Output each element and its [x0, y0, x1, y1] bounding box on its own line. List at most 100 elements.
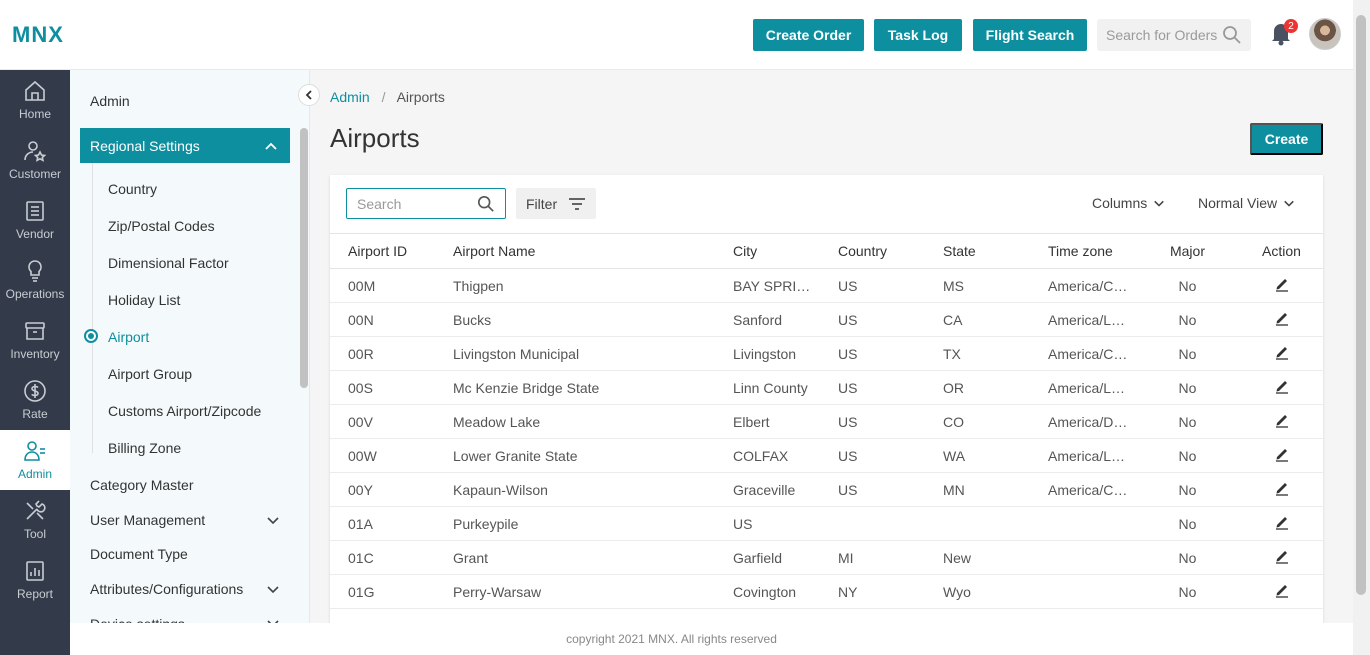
nav-inventory[interactable]: Inventory [0, 310, 70, 370]
nav-operations[interactable]: Operations [0, 250, 70, 310]
cell-airport-name: Lower Granite State [435, 438, 715, 473]
table-row[interactable]: 00R Livingston Municipal Livingston US TX Ame… [330, 336, 1323, 371]
document-type-label: Document Type [90, 546, 188, 562]
cell-state: MS [925, 268, 1030, 303]
cell-airport-id: 00W [330, 438, 435, 473]
chevron-left-icon [305, 90, 312, 100]
edit-icon[interactable] [1274, 480, 1290, 496]
cell-action [1240, 540, 1323, 575]
submenu-item-airport-group[interactable]: Airport Group [108, 366, 192, 382]
col-state[interactable]: State [925, 233, 1030, 269]
table-search-input[interactable]: Search [346, 188, 506, 219]
cell-state: Wyo [925, 574, 1030, 609]
submenu-item-country[interactable]: Country [108, 181, 157, 197]
cell-city: Livingston [715, 336, 820, 371]
edit-icon[interactable] [1274, 378, 1290, 394]
table-header-row: Airport ID Airport Name City Country Sta… [330, 233, 1323, 269]
collapse-submenu-button[interactable] [298, 84, 320, 106]
nav-vendor[interactable]: Vendor [0, 190, 70, 250]
order-search-input[interactable]: Search for Orders [1097, 19, 1251, 51]
nav-rate[interactable]: Rate [0, 370, 70, 430]
col-country[interactable]: Country [820, 233, 925, 269]
cell-country: US [820, 268, 925, 303]
cell-airport-name: Bucks [435, 302, 715, 337]
chevron-up-icon [265, 142, 277, 150]
user-management-label: User Management [90, 512, 206, 528]
col-airport-name[interactable]: Airport Name [435, 233, 715, 269]
edit-icon[interactable] [1274, 548, 1290, 564]
cell-airport-name: Perry-Warsaw [435, 574, 715, 609]
submenu-item-billing-zone[interactable]: Billing Zone [108, 440, 181, 456]
col-action: Action [1240, 233, 1323, 269]
col-major[interactable]: Major [1135, 233, 1240, 269]
submenu-item-document-type[interactable]: Document Type [90, 546, 280, 562]
create-button[interactable]: Create [1250, 123, 1323, 155]
nav-vendor-label: Vendor [15, 227, 55, 241]
cell-time-zone: America/C… [1030, 268, 1135, 303]
order-search-placeholder: Search for Orders [1106, 27, 1218, 43]
regional-settings-label: Regional Settings [90, 137, 200, 154]
filter-icon [569, 197, 585, 210]
col-city[interactable]: City [715, 233, 820, 269]
edit-icon[interactable] [1274, 310, 1290, 326]
submenu-item-zip-codes[interactable]: Zip/Postal Codes [108, 218, 215, 234]
submenu-item-category-master[interactable]: Category Master [90, 477, 280, 493]
chevron-down-icon [1154, 200, 1165, 207]
cell-action [1240, 574, 1323, 609]
table-row[interactable]: 00S Mc Kenzie Bridge State Linn County US OR… [330, 370, 1323, 405]
regional-settings-toggle[interactable]: Regional Settings [80, 128, 290, 163]
search-icon [477, 195, 494, 212]
edit-icon[interactable] [1274, 514, 1290, 530]
cell-time-zone [1030, 506, 1135, 541]
col-airport-id[interactable]: Airport ID [330, 233, 435, 269]
nav-admin[interactable]: Admin [0, 430, 70, 490]
view-dropdown[interactable]: Normal View [1198, 195, 1295, 211]
nav-tool[interactable]: Tool [0, 490, 70, 550]
table-row[interactable]: 00V Meadow Lake Elbert US CO America/D… No [330, 404, 1323, 439]
submenu-scrollbar[interactable] [300, 128, 308, 388]
mnx-logo[interactable]: MNX [12, 22, 64, 48]
table-row[interactable]: 00M Thigpen BAY SPRIN… US MS America/C… No [330, 268, 1323, 303]
submenu-item-holiday-list[interactable]: Holiday List [108, 292, 180, 308]
nav-home[interactable]: Home [0, 70, 70, 130]
nav-report[interactable]: Report [0, 550, 70, 610]
footer: copyright 2021 MNX. All rights reserved [70, 623, 1353, 655]
chevron-down-icon [1284, 200, 1294, 207]
table-row[interactable]: 01G Perry-Warsaw Covington NY Wyo No [330, 574, 1323, 609]
table-row[interactable]: 00W Lower Granite State COLFAX US WA America/… [330, 438, 1323, 473]
create-order-button[interactable]: Create Order [753, 19, 864, 51]
task-log-button[interactable]: Task Log [874, 19, 962, 51]
nav-customer[interactable]: Customer [0, 130, 70, 190]
submenu-item-airport[interactable]: Airport [108, 329, 149, 345]
submenu-item-attributes[interactable]: Attributes/Configurations [90, 581, 280, 597]
col-time-zone[interactable]: Time zone [1030, 233, 1135, 269]
cell-state: WA [925, 438, 1030, 473]
table-row[interactable]: 00N Bucks Sanford US CA America/L… No [330, 302, 1323, 337]
submenu-item-user-management[interactable]: User Management [90, 512, 280, 528]
main-nav: Home Customer Vendor Operations Inventor… [0, 70, 70, 655]
edit-icon[interactable] [1274, 344, 1290, 360]
submenu-item-dimensional-factor[interactable]: Dimensional Factor [108, 255, 229, 271]
flight-search-button[interactable]: Flight Search [973, 19, 1087, 51]
filter-button[interactable]: Filter [516, 188, 596, 219]
breadcrumb-admin-link[interactable]: Admin [330, 89, 370, 105]
edit-icon[interactable] [1274, 276, 1290, 292]
table-row[interactable]: 01A Purkeypile US No [330, 506, 1323, 541]
cell-city: Graceville [715, 472, 820, 507]
category-master-label: Category Master [90, 477, 194, 493]
table-row[interactable]: 01C Grant Garfield MI New No [330, 540, 1323, 575]
edit-icon[interactable] [1274, 412, 1290, 428]
user-avatar[interactable] [1309, 18, 1341, 50]
cell-airport-name: Grant [435, 540, 715, 575]
cell-airport-name: Livingston Municipal [435, 336, 715, 371]
cell-city: Linn County [715, 370, 820, 405]
edit-icon[interactable] [1274, 582, 1290, 598]
columns-dropdown[interactable]: Columns [1092, 195, 1165, 211]
page-scrollbar-thumb[interactable] [1356, 15, 1366, 595]
edit-icon[interactable] [1274, 446, 1290, 462]
cell-city: Covington [715, 574, 820, 609]
cell-airport-id: 00N [330, 302, 435, 337]
table-row[interactable]: 00Y Kapaun-Wilson Graceville US MN America/C…… [330, 472, 1323, 507]
submenu-item-customs-airport[interactable]: Customs Airport/Zipcode [108, 403, 261, 419]
copyright-text: copyright 2021 MNX. All rights reserved [566, 632, 777, 646]
